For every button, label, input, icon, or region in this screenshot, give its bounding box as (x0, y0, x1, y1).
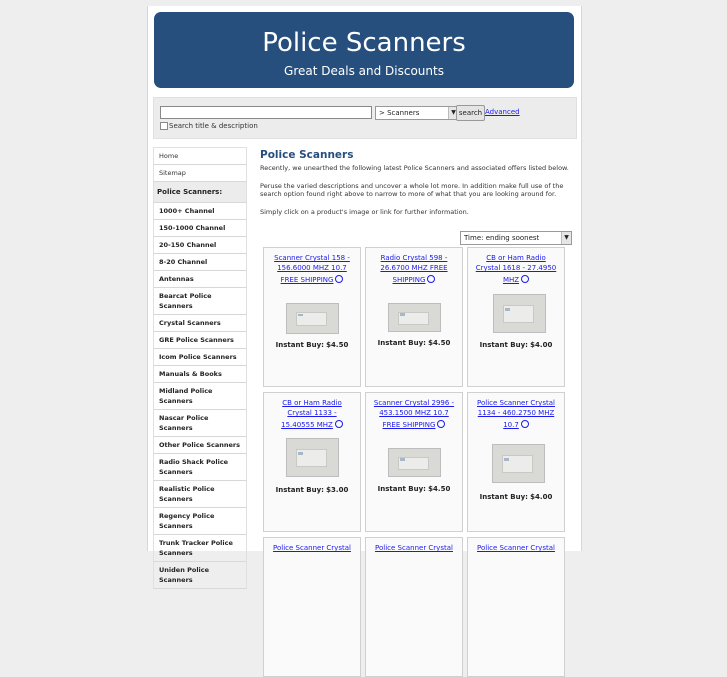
sidebar-category-item[interactable]: 8-20 Channel (153, 254, 247, 271)
page-title: Police Scanners (260, 149, 354, 161)
site-banner: Police Scanners Great Deals and Discount… (154, 12, 574, 88)
search-description-option[interactable]: Search title & description (160, 122, 258, 130)
price-label: Instant Buy: (479, 493, 528, 501)
product-card[interactable]: Police Scanner Crystal (365, 537, 463, 677)
sidebar-category-item[interactable]: 1000+ Channel (153, 203, 247, 220)
sidebar-category-item[interactable]: Realistic Police Scanners (153, 481, 247, 508)
product-title-text: Police Scanner Crystal (375, 544, 453, 552)
sidebar-item-sitemap[interactable]: Sitemap (153, 165, 247, 182)
product-card[interactable]: CB or Ham Radio Crystal 1133 - 15.40555 … (263, 392, 361, 532)
product-price: Instant Buy: $4.50 (366, 485, 462, 493)
product-price: Instant Buy: $4.00 (468, 493, 564, 501)
price-value: $4.50 (326, 341, 349, 349)
product-price: Instant Buy: $3.00 (264, 486, 360, 494)
product-card[interactable]: CB or Ham Radio Crystal 1618 - 27.4950 M… (467, 247, 565, 387)
price-label: Instant Buy: (377, 485, 426, 493)
category-select[interactable]: > Scanners ▼ (375, 106, 459, 120)
product-card[interactable]: Scanner Crystal 158 - 156.6000 MHZ 10.7 … (263, 247, 361, 387)
product-title-text: CB or Ham Radio Crystal 1618 - 27.4950 M… (475, 254, 557, 284)
product-price: Instant Buy: $4.00 (468, 341, 564, 349)
product-card[interactable]: Scanner Crystal 2996 - 453.1500 MHZ 10.7… (365, 392, 463, 532)
sidebar-category-item[interactable]: Midland Police Scanners (153, 383, 247, 410)
category-list: 1000+ Channel 150-1000 Channel 20-150 Chan… (153, 203, 247, 589)
product-price: Instant Buy: $4.50 (366, 339, 462, 347)
product-title-text: CB or Ham Radio Crystal 1133 - 15.40555 … (281, 399, 342, 429)
price-value: $4.50 (428, 339, 451, 347)
product-card[interactable]: Radio Crystal 598 - 26.6700 MHZ FREE SHI… (365, 247, 463, 387)
product-price: Instant Buy: $4.50 (264, 341, 360, 349)
page-wrapper: Police Scanners Great Deals and Discount… (147, 6, 582, 677)
product-card[interactable]: Police Scanner Crystal (467, 537, 565, 677)
instruction-text: Simply click on a product's image or lin… (260, 208, 469, 216)
site-title: Police Scanners (262, 28, 466, 58)
search-button[interactable]: search (456, 105, 485, 121)
sidebar-heading: Police Scanners: (153, 182, 247, 203)
sidebar-category-item[interactable]: Crystal Scanners (153, 315, 247, 332)
sidebar-item-home[interactable]: Home (153, 147, 247, 165)
intro-text: Recently, we unearthed the following lat… (260, 164, 569, 172)
site-subtitle: Great Deals and Discounts (284, 64, 444, 78)
product-title-text: Radio Crystal 598 - 26.6700 MHZ FREE SHI… (380, 254, 448, 284)
advanced-search-link[interactable]: Advanced (485, 108, 520, 116)
chevron-down-icon: ▼ (561, 232, 571, 244)
sidebar-category-item[interactable]: Antennas (153, 271, 247, 288)
search-input[interactable] (160, 106, 372, 119)
sidebar-category-item[interactable]: Radio Shack Police Scanners (153, 454, 247, 481)
price-value: $4.50 (428, 485, 451, 493)
sidebar-category-item[interactable]: 20-150 Channel (153, 237, 247, 254)
price-value: $4.00 (530, 341, 553, 349)
product-title-link[interactable]: Police Scanner Crystal 1134 - 460.2750 M… (474, 398, 558, 430)
zoom-icon[interactable] (521, 274, 530, 283)
sidebar-category-item[interactable]: Icom Police Scanners (153, 349, 247, 366)
product-title-text: Police Scanner Crystal 1134 - 460.2750 M… (477, 399, 555, 429)
product-card[interactable]: Police Scanner Crystal (263, 537, 361, 677)
price-label: Instant Buy: (377, 339, 426, 347)
product-image[interactable] (286, 438, 339, 477)
zoom-icon[interactable] (335, 274, 344, 283)
sidebar-category-item[interactable]: Uniden Police Scanners (153, 562, 247, 589)
product-title-text: Police Scanner Crystal (477, 544, 555, 552)
product-image[interactable] (286, 303, 339, 334)
price-value: $3.00 (326, 486, 349, 494)
product-card[interactable]: Police Scanner Crystal 1134 - 460.2750 M… (467, 392, 565, 532)
description-text: Peruse the varied descriptions and uncov… (260, 182, 564, 198)
search-description-checkbox[interactable] (160, 122, 168, 130)
product-title-link[interactable]: CB or Ham Radio Crystal 1618 - 27.4950 M… (474, 253, 558, 285)
product-title-text: Police Scanner Crystal (273, 544, 351, 552)
sidebar-category-item[interactable]: Bearcat Police Scanners (153, 288, 247, 315)
category-select-value: > Scanners (379, 109, 420, 117)
sidebar-category-item[interactable]: GRE Police Scanners (153, 332, 247, 349)
sidebar-category-item[interactable]: Trunk Tracker Police Scanners (153, 535, 247, 562)
zoom-icon[interactable] (520, 419, 529, 428)
product-title-link[interactable]: Scanner Crystal 158 - 156.6000 MHZ 10.7 … (270, 253, 354, 285)
product-title-link[interactable]: CB or Ham Radio Crystal 1133 - 15.40555 … (270, 398, 354, 430)
sidebar-category-item[interactable]: Manuals & Books (153, 366, 247, 383)
product-image[interactable] (492, 444, 545, 483)
search-description-label: Search title & description (169, 122, 258, 130)
price-label: Instant Buy: (275, 341, 324, 349)
product-image[interactable] (388, 303, 441, 332)
sidebar-category-item[interactable]: Regency Police Scanners (153, 508, 247, 535)
sort-select[interactable]: Time: ending soonest ▼ (460, 231, 572, 245)
price-value: $4.00 (530, 493, 553, 501)
price-label: Instant Buy: (479, 341, 528, 349)
product-title-link[interactable]: Radio Crystal 598 - 26.6700 MHZ FREE SHI… (372, 253, 456, 285)
sidebar-category-item[interactable]: 150-1000 Channel (153, 220, 247, 237)
sidebar-category-item[interactable]: Nascar Police Scanners (153, 410, 247, 437)
product-title-link[interactable]: Scanner Crystal 2996 - 453.1500 MHZ 10.7… (372, 398, 456, 430)
main-content: Police Scanners Recently, we unearthed t… (260, 147, 574, 677)
zoom-icon[interactable] (334, 419, 343, 428)
sidebar-category-item[interactable]: Other Police Scanners (153, 437, 247, 454)
search-bar: > Scanners ▼ search Advanced Search titl… (153, 97, 577, 139)
price-label: Instant Buy: (275, 486, 324, 494)
zoom-icon[interactable] (437, 419, 446, 428)
product-image[interactable] (493, 294, 546, 333)
sidebar: Home Sitemap Police Scanners: 1000+ Chan… (153, 147, 247, 589)
zoom-icon[interactable] (427, 274, 436, 283)
sort-select-value: Time: ending soonest (464, 234, 540, 242)
product-image[interactable] (388, 448, 441, 477)
